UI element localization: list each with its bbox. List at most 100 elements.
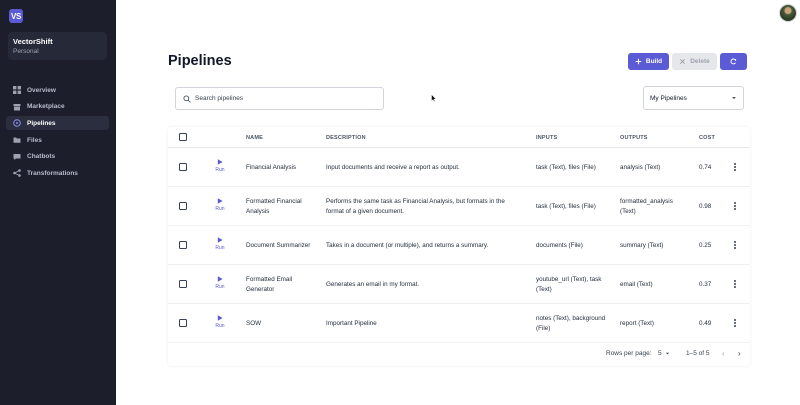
run-label: Run: [215, 206, 225, 212]
search-icon: [183, 94, 191, 103]
sidebar-item-marketplace[interactable]: Marketplace: [6, 100, 109, 114]
build-button[interactable]: Build: [628, 53, 669, 70]
run-button[interactable]: Run: [213, 159, 227, 173]
pipeline-name: Formatted Financial Analysis: [246, 198, 302, 215]
close-icon: [680, 58, 686, 65]
pipeline-description: Important Pipeline: [326, 320, 377, 327]
row-checkbox[interactable]: [179, 163, 187, 171]
user-avatar[interactable]: [779, 4, 797, 22]
pagination-range: 1–5 of 5: [686, 350, 710, 357]
pipeline-outputs: analysis (Text): [620, 164, 661, 171]
pipelines-table: NAME DESCRIPTION INPUTS OUTPUTS COST Run…: [168, 127, 750, 366]
pipeline-name: SOW: [246, 320, 262, 327]
delete-button-label: Delete: [690, 58, 710, 65]
filter-bar: Search pipelines My Pipelines: [168, 82, 750, 116]
column-header-cost[interactable]: COST: [699, 135, 715, 141]
next-page-icon[interactable]: ›: [738, 349, 741, 358]
store-icon: [13, 103, 21, 111]
table-row[interactable]: Run Formatted Email Generator Generates …: [168, 265, 750, 304]
run-label: Run: [215, 167, 225, 173]
sidebar-item-chatbots[interactable]: Chatbots: [6, 150, 109, 164]
workspace-plan: Personal: [13, 48, 39, 55]
pipeline-filter-select[interactable]: My Pipelines: [643, 86, 744, 110]
refresh-icon: [730, 58, 737, 65]
more-options-icon[interactable]: [734, 202, 737, 212]
table-row[interactable]: Run Formatted Financial Analysis Perform…: [168, 187, 750, 226]
table-row[interactable]: Run Document Summarizer Takes in a docum…: [168, 226, 750, 265]
sidebar-item-files[interactable]: Files: [6, 133, 109, 147]
page-title: Pipelines: [168, 53, 232, 69]
pipeline-icon: [13, 119, 21, 128]
pipeline-cost: 0.25: [699, 242, 712, 249]
column-header-outputs[interactable]: OUTPUTS: [620, 135, 680, 141]
table-header: NAME DESCRIPTION INPUTS OUTPUTS COST: [168, 127, 750, 148]
table-pagination: Rows per page: 5 1–5 of 5 ‹ ›: [168, 345, 750, 366]
run-button[interactable]: Run: [213, 315, 227, 329]
pipeline-cost: 0.49: [699, 320, 712, 327]
pipeline-inputs: youtube_url (Text), task (Text): [536, 276, 602, 293]
table-row[interactable]: Run Financial Analysis Input documents a…: [168, 148, 750, 187]
grid-icon: [13, 86, 21, 94]
run-button[interactable]: Run: [213, 237, 227, 251]
rows-per-page-label: Rows per page:: [606, 350, 652, 357]
pipeline-outputs: formatted_analysis (Text): [620, 198, 673, 215]
sidebar-item-label: Pipelines: [27, 119, 56, 127]
more-options-icon[interactable]: [734, 319, 737, 329]
run-button[interactable]: Run: [213, 198, 227, 212]
play-icon: [217, 237, 223, 243]
pipeline-description: Takes in a document (or multiple), and r…: [326, 242, 489, 249]
column-header-name[interactable]: NAME: [246, 135, 316, 141]
previous-page-icon[interactable]: ‹: [722, 349, 725, 358]
more-options-icon[interactable]: [734, 163, 737, 173]
play-icon: [217, 315, 223, 321]
sidebar-item-label: Transformations: [27, 169, 78, 177]
refresh-button[interactable]: [720, 53, 747, 70]
sidebar-item-label: Chatbots: [27, 153, 56, 161]
workspace-switcher[interactable]: VectorShift Personal: [8, 32, 107, 60]
select-value: My Pipelines: [650, 94, 687, 102]
sidebar-item-overview[interactable]: Overview: [6, 83, 109, 97]
more-options-icon[interactable]: [734, 280, 737, 290]
sidebar: VS VectorShift Personal Overview Marketp…: [0, 0, 116, 405]
pipeline-outputs: email (Text): [620, 281, 653, 288]
app-logo[interactable]: VS: [9, 9, 23, 23]
run-button[interactable]: Run: [213, 276, 227, 290]
sidebar-item-label: Marketplace: [27, 103, 65, 111]
row-checkbox[interactable]: [179, 319, 187, 327]
run-label: Run: [215, 245, 225, 251]
select-all-checkbox[interactable]: [179, 133, 187, 141]
rows-per-page-select[interactable]: 5: [658, 350, 670, 357]
more-options-icon[interactable]: [734, 241, 737, 251]
pipeline-name: Formatted Email Generator: [246, 276, 293, 293]
play-icon: [217, 276, 223, 282]
build-button-label: Build: [645, 58, 663, 65]
pipeline-cost: 0.74: [699, 164, 712, 171]
sidebar-item-pipelines[interactable]: Pipelines: [6, 116, 109, 131]
pipeline-inputs: task (Text), files (File): [536, 164, 596, 171]
chevron-down-icon: [665, 352, 669, 355]
pipeline-description: Generates an email in my format.: [326, 281, 420, 288]
pipeline-name: Document Summarizer: [246, 242, 311, 249]
folder-icon: [13, 136, 21, 144]
run-label: Run: [215, 323, 225, 329]
search-placeholder: Search pipelines: [195, 95, 244, 102]
sidebar-item-label: Overview: [27, 86, 56, 94]
row-checkbox[interactable]: [179, 280, 187, 288]
workspace-name: VectorShift: [13, 37, 53, 46]
table-row[interactable]: Run SOW Important Pipeline notes (Text),…: [168, 304, 750, 343]
pipeline-outputs: summary (Text): [620, 242, 664, 249]
play-icon: [217, 198, 223, 204]
column-header-description[interactable]: DESCRIPTION: [326, 135, 516, 141]
pipeline-inputs: documents (File): [536, 242, 583, 249]
pipeline-description: Performs the same task as Financial Anal…: [326, 198, 505, 215]
column-header-inputs[interactable]: INPUTS: [536, 135, 608, 141]
chevron-down-icon: [732, 97, 736, 100]
delete-button[interactable]: Delete: [672, 53, 717, 70]
row-checkbox[interactable]: [179, 241, 187, 249]
sidebar-item-transformations[interactable]: Transformations: [6, 166, 109, 180]
row-checkbox[interactable]: [179, 202, 187, 210]
pipeline-description: Input documents and receive a report as …: [326, 164, 460, 171]
pipeline-inputs: task (Text), files (File): [536, 203, 596, 210]
search-input[interactable]: Search pipelines: [175, 87, 384, 110]
chat-icon: [13, 153, 21, 161]
